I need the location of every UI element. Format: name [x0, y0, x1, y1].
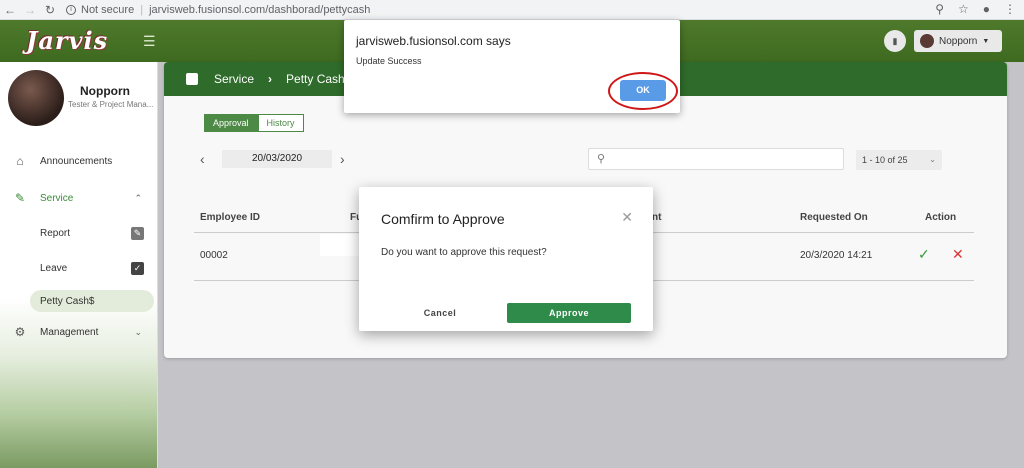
column-header-requested-on: Requested On	[800, 212, 868, 223]
profile-role: Tester & Project Mana...	[68, 100, 154, 109]
avatar	[8, 70, 64, 126]
tab-group: Approval History	[204, 114, 304, 132]
alert-message: Update Success	[356, 56, 422, 66]
breadcrumb-item-service[interactable]: Service	[214, 72, 254, 86]
chevron-down-icon: ⌄	[134, 326, 142, 337]
browser-toolbar: ← → ↻ i Not secure | jarvisweb.fusionsol…	[0, 0, 1024, 20]
url-text[interactable]: jarvisweb.fusionsol.com/dashborad/pettyc…	[149, 4, 370, 16]
sidebar-item-label: Leave	[40, 262, 68, 274]
dialog-title: Comfirm to Approve	[381, 211, 505, 227]
search-icon: ⚲	[597, 153, 606, 165]
info-icon[interactable]: i	[66, 4, 76, 15]
approve-check-icon[interactable]: ✓	[918, 246, 930, 263]
browser-alert-dialog: jarvisweb.fusionsol.com says Update Succ…	[344, 20, 680, 113]
hamburger-icon[interactable]: ☰	[143, 33, 156, 50]
date-navigator: ‹ 20/03/2020 ›	[200, 150, 354, 168]
caret-down-icon: ▼	[982, 37, 990, 45]
sidebar-item-label: Announcements	[40, 155, 113, 167]
home-icon: ⌂	[16, 154, 24, 168]
more-icon[interactable]: ⋮	[1004, 2, 1016, 16]
column-header-action: Action	[925, 212, 957, 223]
chevron-down-icon: ⌄	[929, 155, 936, 164]
tab-approval[interactable]: Approval	[204, 114, 258, 132]
confirm-approve-dialog: Comfirm to Approve ✕ Do you want to appr…	[359, 187, 653, 331]
pagination-label: 1 - 10 of 25	[862, 155, 908, 165]
sidebar-item-leave[interactable]: Leave ✓	[0, 257, 158, 279]
column-header-amount: nt	[652, 212, 662, 223]
app-logo[interactable]: Jarvis	[26, 26, 108, 55]
sidebar-item-label: Service	[40, 192, 74, 204]
cancel-button[interactable]: Cancel	[407, 303, 473, 323]
pencil-icon: ✎	[14, 191, 26, 205]
chevron-up-icon: ⌃	[134, 192, 142, 203]
profile-card: Nopporn Tester & Project Mana...	[8, 70, 153, 132]
close-icon[interactable]: ✕	[621, 209, 633, 226]
sidebar-item-announcements[interactable]: ⌂ Announcements	[0, 150, 158, 172]
pagination-select[interactable]: 1 - 10 of 25 ⌄	[856, 150, 942, 170]
account-icon[interactable]: ●	[983, 2, 990, 16]
approve-button[interactable]: Approve	[507, 303, 631, 323]
sidebar: Nopporn Tester & Project Mana... ⌂ Annou…	[0, 62, 158, 468]
breadcrumb-item-petty-cash: Petty Cash	[286, 72, 345, 86]
security-label: Not secure	[81, 3, 135, 16]
dialog-message: Do you want to approve this request?	[381, 247, 547, 258]
cash-icon	[186, 73, 198, 85]
zoom-icon[interactable]: ⚲	[935, 2, 944, 16]
profile-name: Nopporn	[80, 84, 130, 98]
divider: |	[140, 3, 144, 16]
gear-icon: ⚙	[14, 325, 26, 339]
report-icon: ✎	[131, 226, 144, 240]
cash-icon: $	[88, 295, 95, 307]
chevron-right-icon[interactable]: ›	[340, 151, 354, 167]
cell-requested-on: 20/3/2020 14:21	[800, 250, 873, 261]
highlight-circle	[608, 72, 678, 110]
browser-actions: ⚲ ☆ ● ⋮	[935, 2, 1016, 16]
notification-icon[interactable]: ▮	[884, 30, 906, 52]
cell-employee-id: 00002	[200, 250, 228, 261]
sidebar-item-label: Report	[40, 227, 71, 239]
sidebar-item-label: Management	[40, 326, 99, 338]
redaction-box	[320, 234, 364, 256]
sidebar-item-management[interactable]: ⚙ Management ⌄	[0, 321, 158, 343]
reject-x-icon[interactable]: ✕	[952, 246, 964, 263]
check-box-icon: ✓	[131, 261, 144, 275]
user-menu-button[interactable]: Nopporn ▼	[914, 30, 1002, 52]
sidebar-item-report[interactable]: Report ✎	[0, 222, 158, 244]
user-name: Nopporn	[939, 35, 978, 47]
avatar	[920, 34, 934, 48]
alert-title: jarvisweb.fusionsol.com says	[356, 34, 511, 48]
search-input[interactable]: ⚲	[588, 148, 844, 170]
sidebar-item-petty-cash[interactable]: Petty Cash $	[30, 290, 154, 312]
back-icon[interactable]: ←	[0, 3, 20, 17]
star-icon[interactable]: ☆	[958, 2, 969, 16]
sidebar-item-service[interactable]: ✎ Service ⌃	[0, 187, 158, 209]
breadcrumb-separator-icon: ›	[268, 72, 273, 86]
tab-history[interactable]: History	[257, 114, 304, 132]
reload-icon[interactable]: ↻	[40, 3, 60, 17]
date-field[interactable]: 20/03/2020	[222, 150, 332, 168]
forward-icon[interactable]: →	[20, 3, 40, 17]
chevron-left-icon[interactable]: ‹	[200, 151, 214, 167]
address-bar[interactable]: i Not secure | jarvisweb.fusionsol.com/d…	[66, 4, 370, 16]
column-header-employee-id: Employee ID	[200, 212, 261, 223]
sidebar-item-label: Petty Cash	[40, 295, 89, 307]
